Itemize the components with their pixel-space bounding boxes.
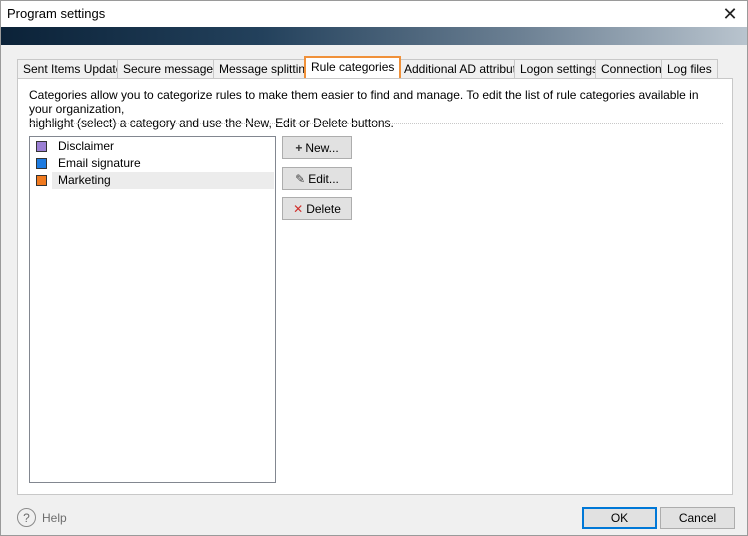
tab-rule-categories[interactable]: Rule categories — [304, 56, 402, 78]
list-item-disclaimer[interactable]: Disclaimer — [31, 138, 274, 155]
edit-button-label: Edit... — [308, 171, 339, 186]
ok-button[interactable]: OK — [582, 507, 657, 529]
header-banner — [1, 27, 747, 45]
tab-logon-settings[interactable]: Logon settings — [514, 59, 605, 78]
list-item-marketing[interactable]: Marketing — [31, 172, 274, 189]
category-label: Marketing — [52, 172, 274, 189]
title-bar: Program settings ✕ — [1, 1, 747, 27]
delete-button[interactable]: ✕ Delete — [282, 197, 352, 220]
close-button[interactable]: ✕ — [713, 1, 747, 27]
tab-message-splitting[interactable]: Message splitting — [213, 59, 318, 78]
category-list[interactable]: Disclaimer Email signature Marketing — [29, 136, 276, 483]
category-color-swatch — [36, 141, 47, 152]
delete-x-icon: ✕ — [293, 201, 304, 216]
help-label: Help — [42, 510, 67, 525]
category-color-swatch — [36, 158, 47, 169]
pencil-icon: ✎ — [295, 171, 306, 186]
delete-button-label: Delete — [306, 201, 341, 216]
new-button[interactable]: + New... — [282, 136, 352, 159]
edit-button[interactable]: ✎ Edit... — [282, 167, 352, 190]
window-title: Program settings — [7, 6, 106, 21]
program-settings-dialog: Program settings ✕ Sent Items Update Sec… — [0, 0, 748, 536]
separator — [29, 123, 723, 124]
category-label: Disclaimer — [58, 139, 115, 153]
category-label: Email signature — [58, 156, 141, 170]
help-question-icon: ? — [17, 508, 36, 527]
rule-categories-panel: Categories allow you to categorize rules… — [17, 78, 733, 495]
plus-icon: + — [295, 140, 303, 155]
description-line-1: Categories allow you to categorize rules… — [29, 88, 699, 116]
tab-connection[interactable]: Connection — [595, 59, 668, 78]
tab-sent-items-update[interactable]: Sent Items Update — [17, 59, 129, 78]
tab-log-files[interactable]: Log files — [661, 59, 718, 78]
category-color-swatch — [36, 175, 47, 186]
cancel-button[interactable]: Cancel — [660, 507, 735, 529]
new-button-label: New... — [305, 140, 339, 155]
tab-secure-messages[interactable]: Secure messages — [117, 59, 226, 78]
list-item-email-signature[interactable]: Email signature — [31, 155, 274, 172]
close-icon: ✕ — [722, 3, 738, 24]
help-link[interactable]: ? Help — [17, 508, 67, 527]
